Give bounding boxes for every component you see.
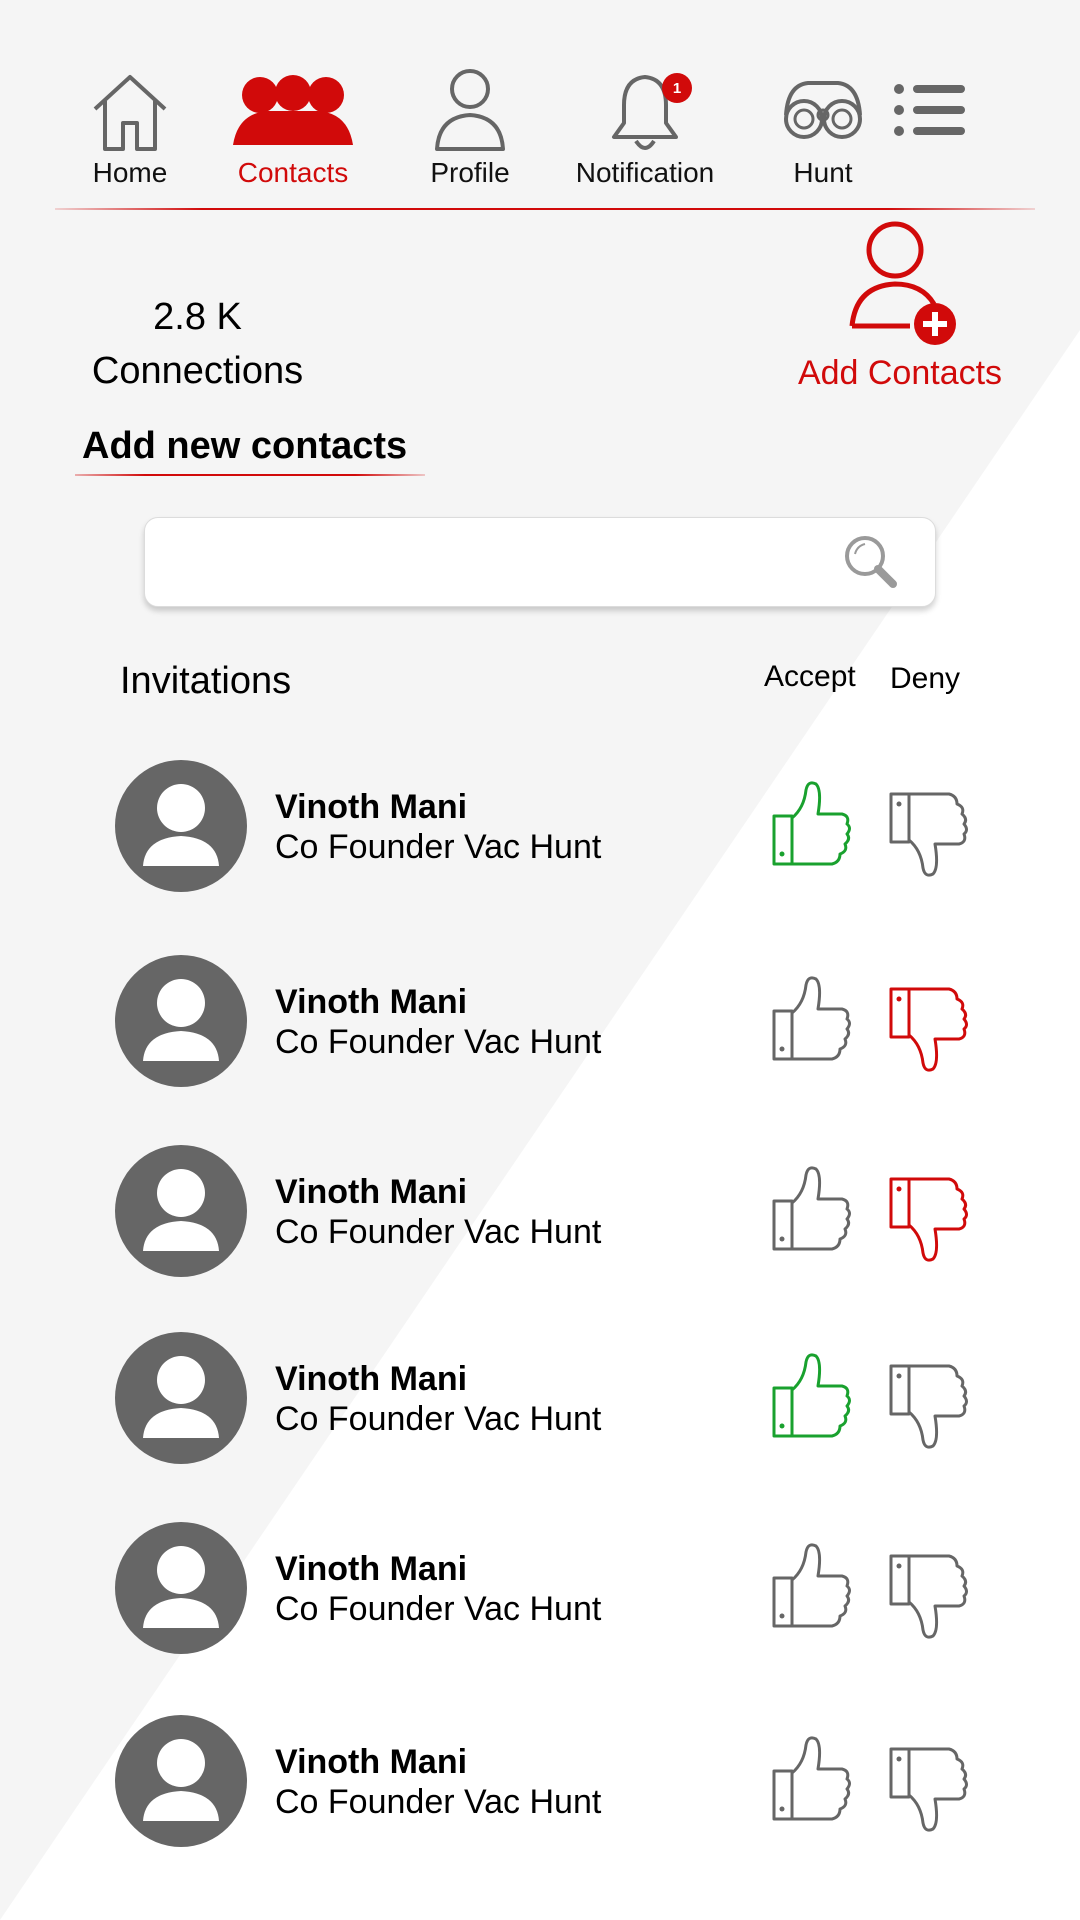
thumbs-up-icon[interactable]	[770, 1163, 852, 1255]
thumbs-down-icon[interactable]	[887, 983, 969, 1075]
nav-item-profile[interactable]: Profile	[390, 65, 550, 189]
connections-label: Connections	[91, 350, 304, 392]
deny-column-label: Deny	[890, 662, 961, 695]
invitation-role: Co Founder Vac Hunt	[275, 1023, 602, 1061]
invitation-row: Vinoth Mani Co Founder Vac Hunt	[115, 760, 995, 895]
thumbs-up-icon[interactable]	[770, 1350, 852, 1442]
thumbs-down-icon[interactable]	[887, 1550, 969, 1642]
add-contact-icon	[849, 221, 956, 345]
search-icon[interactable]	[841, 532, 901, 592]
top-nav: Home Contacts Profile 1 Notification Hun…	[50, 65, 1010, 195]
nav-item-menu[interactable]	[875, 65, 985, 155]
invitation-role: Co Founder Vac Hunt	[275, 1213, 602, 1251]
connections-stat: 2.8 K Connections	[80, 290, 315, 398]
avatar-icon	[115, 760, 247, 892]
avatar-icon	[115, 955, 247, 1087]
profile-icon	[435, 69, 505, 151]
nav-label-notification: Notification	[575, 157, 715, 188]
invitation-name: Vinoth Mani	[275, 1173, 468, 1211]
invitation-name: Vinoth Mani	[275, 983, 468, 1021]
invitation-name: Vinoth Mani	[275, 1743, 468, 1781]
invitation-role: Co Founder Vac Hunt	[275, 1400, 602, 1438]
invitation-name: Vinoth Mani	[275, 1550, 468, 1588]
thumbs-up-icon[interactable]	[770, 1540, 852, 1632]
thumbs-down-icon[interactable]	[887, 788, 969, 880]
add-contacts-button[interactable]: Add Contacts	[790, 220, 1010, 393]
invitations-title: Invitations	[120, 660, 292, 702]
nav-item-notification[interactable]: 1 Notification	[565, 65, 725, 189]
connections-count: 2.8 K	[153, 296, 242, 338]
section-underline	[75, 474, 425, 476]
binoculars-icon	[784, 81, 862, 139]
nav-item-contacts[interactable]: Contacts	[213, 65, 373, 189]
search-input[interactable]	[165, 532, 839, 592]
thumbs-down-icon[interactable]	[887, 1173, 969, 1265]
invitation-role: Co Founder Vac Hunt	[275, 1590, 602, 1628]
notification-badge: 1	[662, 73, 692, 103]
nav-item-home[interactable]: Home	[50, 65, 210, 189]
thumbs-up-icon[interactable]	[770, 973, 852, 1065]
home-icon	[93, 75, 167, 151]
invitation-role: Co Founder Vac Hunt	[275, 1783, 602, 1821]
nav-label-hunt: Hunt	[793, 157, 853, 188]
avatar-icon	[115, 1522, 247, 1654]
nav-label-contacts: Contacts	[237, 157, 349, 188]
thumbs-down-icon[interactable]	[887, 1360, 969, 1452]
thumbs-down-icon[interactable]	[887, 1743, 969, 1835]
add-contacts-label: Add Contacts	[797, 354, 1003, 392]
nav-label-profile: Profile	[430, 157, 510, 188]
invitation-row: Vinoth Mani Co Founder Vac Hunt	[115, 955, 995, 1090]
invitation-row: Vinoth Mani Co Founder Vac Hunt	[115, 1522, 995, 1657]
invitation-name: Vinoth Mani	[275, 1360, 468, 1398]
contacts-icon	[233, 75, 353, 145]
menu-icon	[894, 84, 965, 136]
invitation-name: Vinoth Mani	[275, 788, 468, 826]
search-box	[144, 517, 936, 607]
invitation-role: Co Founder Vac Hunt	[275, 828, 602, 866]
accept-column-label: Accept	[764, 660, 856, 693]
avatar-icon	[115, 1332, 247, 1464]
thumbs-up-icon[interactable]	[770, 778, 852, 870]
thumbs-up-icon[interactable]	[770, 1733, 852, 1825]
nav-label-home: Home	[92, 157, 168, 188]
invitation-row: Vinoth Mani Co Founder Vac Hunt	[115, 1145, 995, 1280]
avatar-icon	[115, 1715, 247, 1847]
nav-divider	[55, 208, 1035, 210]
invitation-row: Vinoth Mani Co Founder Vac Hunt	[115, 1715, 995, 1850]
invitation-row: Vinoth Mani Co Founder Vac Hunt	[115, 1332, 995, 1467]
avatar-icon	[115, 1145, 247, 1277]
section-title: Add new contacts	[82, 425, 408, 467]
